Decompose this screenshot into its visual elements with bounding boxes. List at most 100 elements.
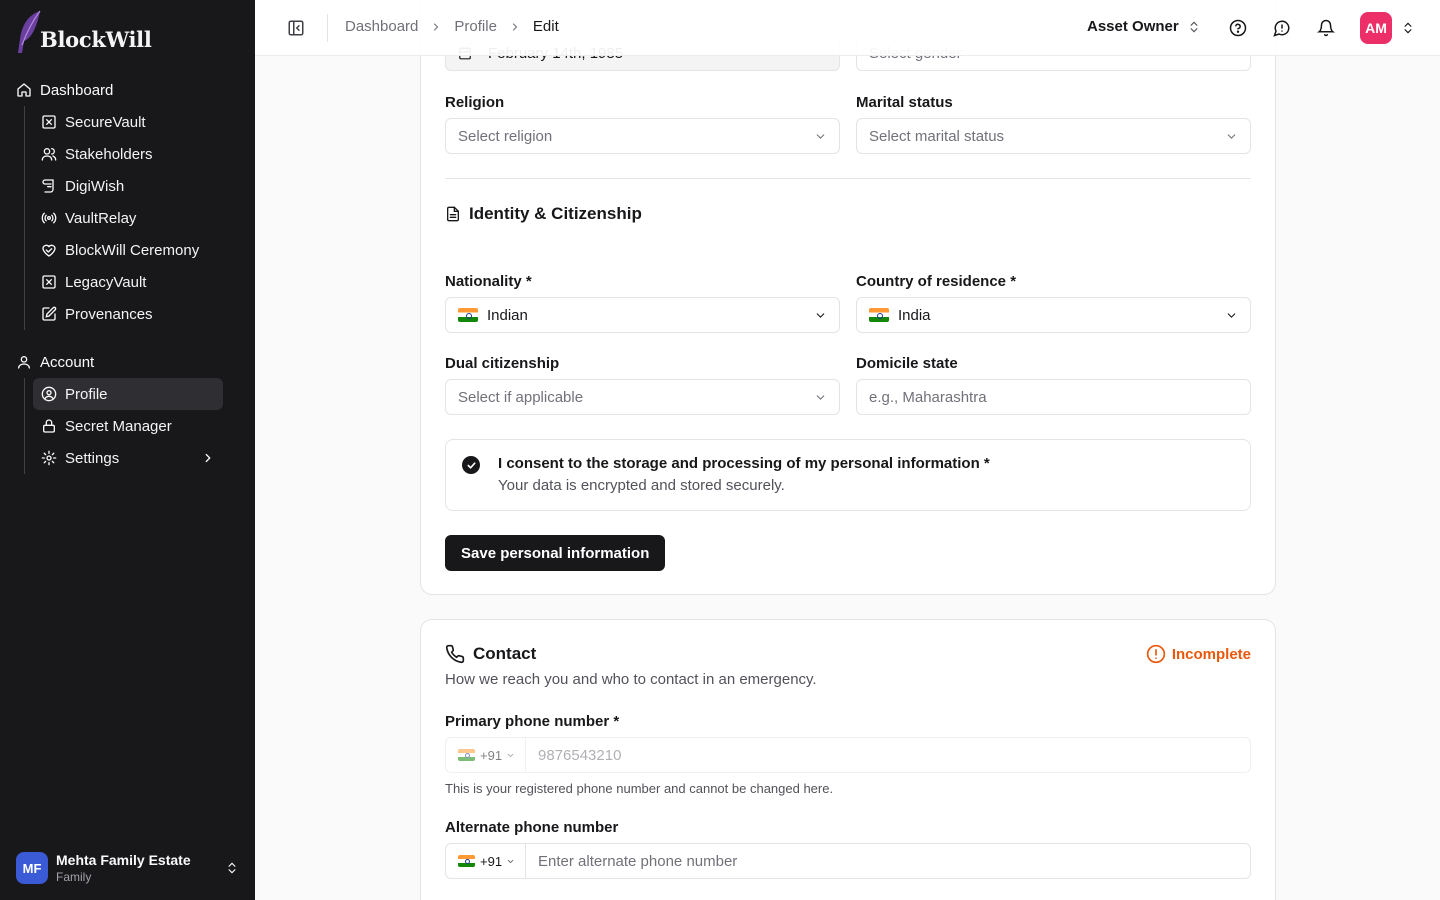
vault-icon	[41, 114, 57, 130]
brand-logo[interactable]: BlockWill	[14, 6, 152, 58]
sidebar: BlockWill Dashboard SecureVault Stakehol…	[0, 0, 255, 900]
chevrons-up-down-icon	[1187, 20, 1201, 34]
sidebar-item-vaultrelay[interactable]: VaultRelay	[33, 202, 223, 234]
sidebar-item-secret-manager[interactable]: Secret Manager	[33, 410, 223, 442]
country-code-select[interactable]: +91	[446, 844, 526, 878]
status-badge: Incomplete	[1146, 644, 1251, 664]
user-circle-icon	[41, 386, 57, 402]
domicile-label: Domicile state	[856, 355, 958, 372]
handshake-icon	[41, 242, 57, 258]
sidebar-item-settings[interactable]: Settings	[33, 442, 223, 474]
domicile-placeholder: e.g., Maharashtra	[869, 388, 987, 406]
sidebar-item-digiwish[interactable]: DigiWish	[33, 170, 223, 202]
chat-icon[interactable]	[1273, 19, 1291, 37]
nav-account[interactable]: Account	[0, 346, 255, 378]
consent-box[interactable]: I consent to the storage and processing …	[445, 439, 1251, 511]
user-icon	[16, 354, 32, 370]
sidebar-item-label: BlockWill Ceremony	[65, 241, 200, 259]
role-switcher[interactable]: Asset Owner	[1087, 18, 1201, 35]
sidebar-item-label: LegacyVault	[65, 273, 147, 291]
sidebar-item-provenances[interactable]: Provenances	[33, 298, 223, 330]
sidebar-item-securevault[interactable]: SecureVault	[33, 106, 223, 138]
dual-citizenship-label: Dual citizenship	[445, 355, 560, 372]
sidebar-item-label: Stakeholders	[65, 145, 153, 163]
vault-icon	[41, 274, 57, 290]
help-icon[interactable]	[1229, 19, 1247, 37]
domicile-input[interactable]: e.g., Maharashtra	[856, 379, 1251, 415]
chevron-right-icon	[201, 451, 215, 465]
bell-icon[interactable]	[1317, 19, 1335, 37]
primary-phone-field: +91 9876543210	[445, 737, 1251, 773]
nationality-select[interactable]: Indian	[445, 297, 840, 333]
chevron-down-icon	[1225, 130, 1238, 143]
check-circle-icon[interactable]	[462, 456, 480, 474]
org-type: Family	[56, 870, 92, 884]
user-avatar[interactable]: AM	[1360, 12, 1392, 44]
top-header: Dashboard Profile Edit Asset Owner AM	[255, 0, 1440, 56]
sidebar-item-stakeholders[interactable]: Stakeholders	[33, 138, 223, 170]
radio-icon	[41, 210, 57, 226]
chevron-down-icon	[506, 751, 515, 760]
chevron-down-icon	[814, 391, 827, 404]
quill-icon	[14, 9, 46, 55]
sidebar-item-label: VaultRelay	[65, 209, 137, 227]
contact-section-title: Contact	[445, 644, 536, 664]
document-icon	[445, 206, 461, 222]
marital-status-select[interactable]: Select marital status	[856, 118, 1251, 154]
country-code: +91	[480, 747, 503, 763]
alert-circle-icon	[1146, 644, 1166, 664]
dual-citizenship-placeholder: Select if applicable	[458, 388, 584, 406]
chevrons-up-down-icon[interactable]	[1401, 21, 1415, 35]
alternate-phone-field: +91 Enter alternate phone number	[445, 843, 1251, 879]
breadcrumb: Dashboard Profile Edit	[345, 18, 559, 35]
marital-status-label: Marital status	[856, 94, 953, 111]
sidebar-toggle-icon[interactable]	[287, 19, 305, 37]
breadcrumb-dashboard[interactable]: Dashboard	[345, 18, 418, 35]
sidebar-item-label: Secret Manager	[65, 417, 172, 435]
india-flag-icon	[458, 749, 475, 761]
contact-card: Contact Incomplete How we reach you and …	[420, 619, 1276, 900]
breadcrumb-edit: Edit	[532, 18, 559, 35]
org-switcher[interactable]: MF Mehta Family Estate Family	[16, 852, 241, 884]
sidebar-item-label: SecureVault	[65, 113, 146, 131]
sidebar-item-label: DigiWish	[65, 177, 125, 195]
india-flag-icon	[869, 308, 889, 322]
sidebar-item-label: Provenances	[65, 305, 153, 323]
lock-icon	[41, 418, 57, 434]
nationality-label: Nationality *	[445, 273, 532, 290]
consent-subtitle: Your data is encrypted and stored secure…	[498, 477, 785, 494]
religion-select[interactable]: Select religion	[445, 118, 840, 154]
chevron-down-icon	[814, 309, 827, 322]
primary-phone-value: 9876543210	[538, 746, 622, 764]
phone-icon	[445, 644, 465, 664]
residence-select[interactable]: India	[856, 297, 1251, 333]
nav-dashboard[interactable]: Dashboard	[0, 74, 255, 106]
breadcrumb-profile[interactable]: Profile	[454, 18, 497, 35]
chevron-right-icon	[430, 21, 442, 33]
country-code-select: +91	[446, 738, 526, 772]
edit-icon	[41, 306, 57, 322]
alternate-phone-label: Alternate phone number	[445, 819, 619, 836]
save-personal-info-button[interactable]: Save personal information	[445, 535, 666, 571]
india-flag-icon	[458, 308, 478, 322]
chevrons-up-down-icon	[225, 861, 239, 875]
header-divider	[327, 14, 328, 42]
identity-title-text: Identity & Citizenship	[469, 204, 642, 223]
home-icon	[16, 82, 32, 98]
gear-icon	[41, 450, 57, 466]
sidebar-item-blockwill-ceremony[interactable]: BlockWill Ceremony	[33, 234, 223, 266]
scroll-icon	[41, 178, 57, 194]
sidebar-item-legacyvault[interactable]: LegacyVault	[33, 266, 223, 298]
section-divider	[445, 178, 1251, 179]
chevron-right-icon	[509, 21, 521, 33]
role-label: Asset Owner	[1087, 18, 1179, 35]
alternate-phone-input[interactable]: Enter alternate phone number	[526, 844, 737, 878]
nav-dashboard-sub: SecureVault Stakeholders DigiWish VaultR…	[24, 106, 255, 330]
contact-title-text: Contact	[473, 644, 537, 663]
dual-citizenship-select[interactable]: Select if applicable	[445, 379, 840, 415]
marital-status-placeholder: Select marital status	[869, 127, 1005, 145]
religion-label: Religion	[445, 94, 505, 111]
sidebar-item-profile[interactable]: Profile	[33, 378, 223, 410]
users-icon	[41, 146, 57, 162]
religion-placeholder: Select religion	[458, 127, 553, 145]
